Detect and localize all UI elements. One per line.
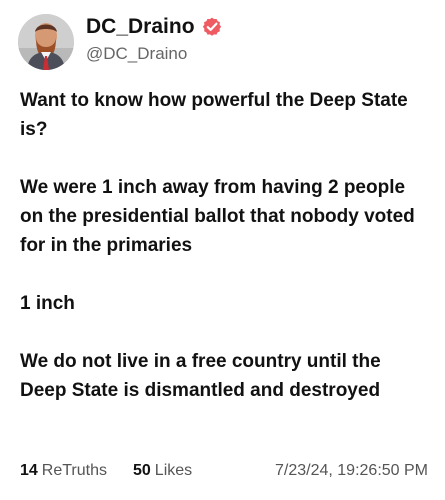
display-name[interactable]: DC_Draino	[86, 13, 195, 41]
post-paragraph: We do not live in a free country until t…	[20, 351, 381, 401]
post-paragraph: We were 1 inch away from having 2 people…	[20, 177, 415, 256]
user-handle[interactable]: @DC_Draino	[86, 43, 187, 65]
avatar[interactable]	[18, 14, 74, 70]
post-paragraph: Want to know how powerful the Deep State…	[20, 90, 408, 140]
likes-count: 50	[133, 462, 151, 479]
user-identity: DC_Draino @DC_Draino	[86, 13, 406, 65]
display-name-row: DC_Draino	[86, 13, 223, 41]
verified-badge-icon	[201, 16, 223, 38]
post-paragraph: 1 inch	[20, 293, 75, 314]
truth-post: DC_Draino @DC_Draino Want to know how po…	[0, 0, 445, 500]
likes-label: Likes	[154, 462, 193, 479]
post-footer: 14 ReTruths 50 Likes 7/23/24, 19:26:50 PM	[20, 459, 430, 483]
retruths-stat[interactable]: 14 ReTruths	[20, 459, 107, 483]
likes-stat[interactable]: 50 Likes	[133, 459, 192, 483]
retruths-count: 14	[20, 462, 38, 479]
post-header: DC_Draino @DC_Draino	[18, 12, 427, 72]
retruths-label: ReTruths	[41, 462, 107, 479]
profile-avatar-icon	[18, 14, 74, 70]
post-body: Want to know how powerful the Deep State…	[20, 86, 430, 405]
post-timestamp: 7/23/24, 19:26:50 PM	[275, 462, 428, 479]
